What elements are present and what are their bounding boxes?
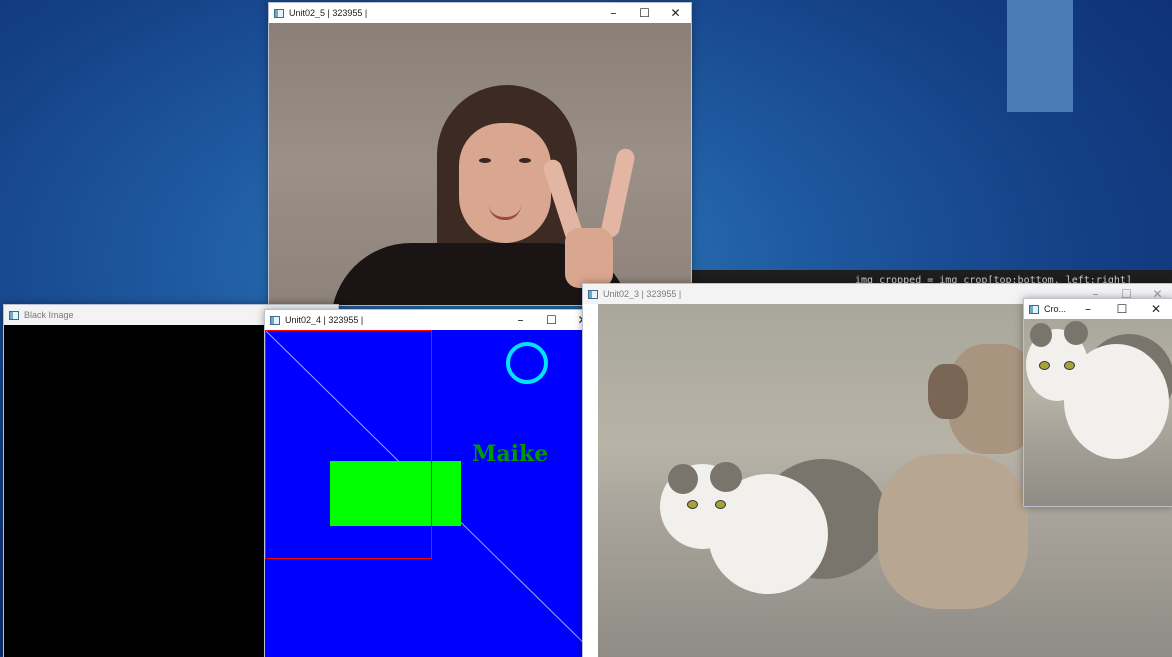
minimize-icon[interactable]: – [1071,299,1105,319]
minimize-icon[interactable]: – [505,310,536,330]
opencv-window-icon [270,315,280,325]
window-title: Unit02_5 | 323955 | [289,8,368,18]
close-icon[interactable]: ✕ [1139,299,1172,319]
minimize-icon[interactable]: – [598,3,629,23]
dog-body [878,454,1028,609]
webcam-image [269,23,691,305]
cropped-image [1024,319,1172,506]
drawing-window[interactable]: Unit02_4 | 323955 | – ☐ ✕ Maike [264,309,599,657]
name-label: Maike [472,441,549,467]
desktop-tile [1007,0,1073,112]
webcam-titlebar[interactable]: Unit02_5 | 323955 | – ☐ ✕ [269,3,691,23]
webcam-window[interactable]: Unit02_5 | 323955 | – ☐ ✕ [268,2,692,306]
window-title: Cro... [1044,304,1067,314]
drawing-svg [265,330,598,657]
green-filled-rectangle [330,461,461,526]
opencv-window-icon [9,310,19,320]
cyan-circle [506,342,548,384]
drawing-titlebar[interactable]: Unit02_4 | 323955 | – ☐ ✕ [265,310,598,330]
opencv-window-icon [1029,304,1039,314]
crop-window[interactable]: Cro... – ☐ ✕ [1023,298,1172,507]
maximize-icon[interactable]: ☐ [629,3,660,23]
opencv-window-icon [588,289,598,299]
opencv-window-icon [274,8,284,18]
maximize-icon[interactable]: ☐ [1105,299,1139,319]
crop-titlebar[interactable]: Cro... – ☐ ✕ [1024,299,1172,319]
drawing-canvas: Maike [265,330,598,657]
maximize-icon[interactable]: ☐ [536,310,567,330]
window-title: Unit02_4 | 323955 | [285,315,364,325]
close-icon[interactable]: ✕ [660,3,691,23]
window-title: Unit02_3 | 323955 | [603,289,682,299]
